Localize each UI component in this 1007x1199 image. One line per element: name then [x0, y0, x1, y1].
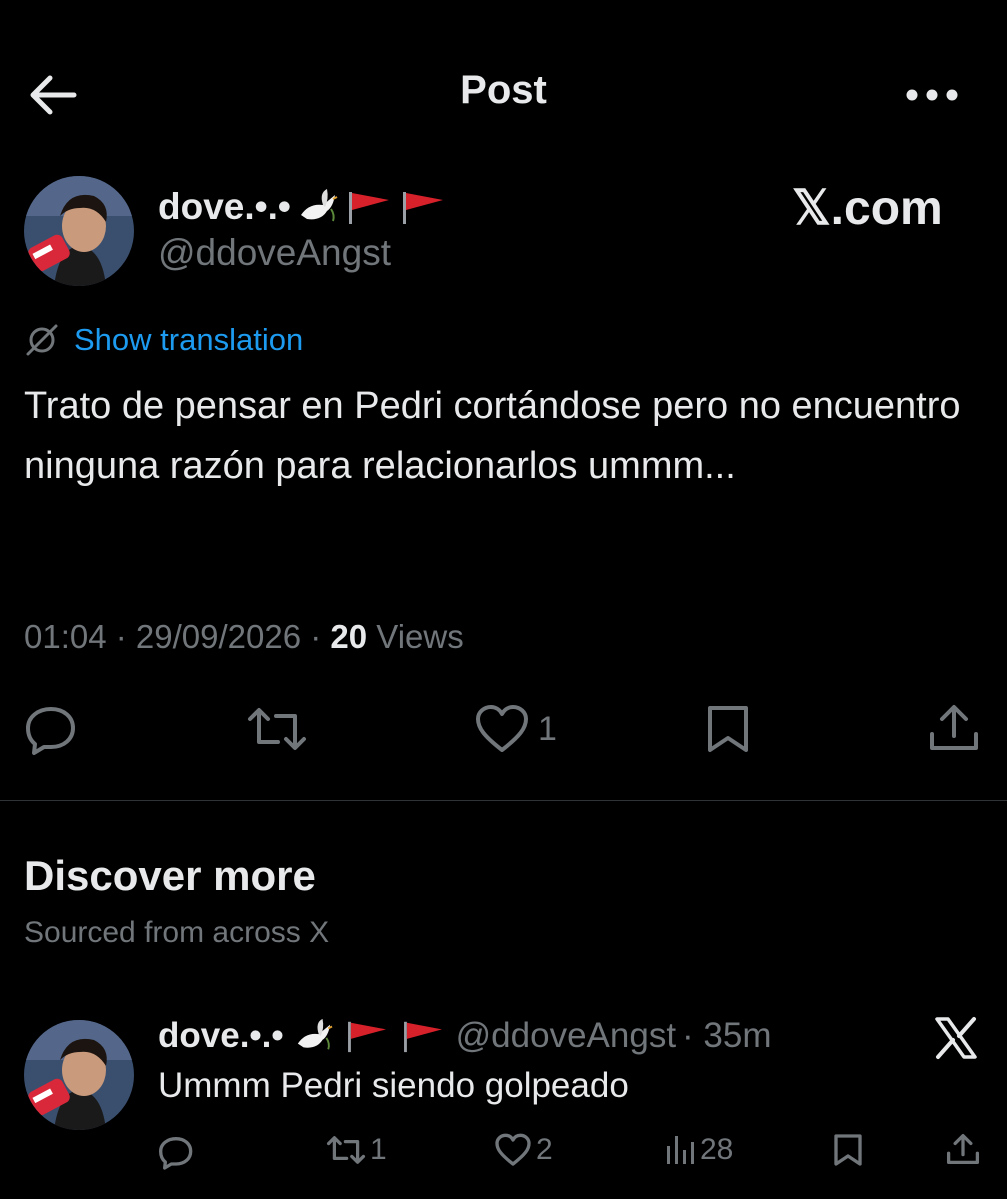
related-reply-button[interactable]: [158, 1134, 194, 1170]
related-retweet-button[interactable]: 1: [326, 1132, 387, 1168]
bookmark-icon: [708, 706, 748, 752]
more-icon: [906, 89, 958, 101]
reply-button[interactable]: [24, 702, 78, 756]
post-text: Trato de pensar en Pedri cortándose pero…: [24, 385, 961, 487]
red-flag-icon: [347, 1021, 386, 1053]
share-button[interactable]: [928, 702, 980, 756]
page-title: Post: [460, 68, 547, 112]
author-handle[interactable]: @ddoveAngst: [158, 232, 391, 274]
action-bar: 1: [0, 700, 1007, 760]
retweet-icon: [248, 708, 306, 750]
views-label: Views: [367, 618, 464, 655]
reply-icon: [26, 707, 75, 755]
avatar[interactable]: [24, 1020, 134, 1130]
related-like-count: 2: [536, 1133, 553, 1166]
dove-icon: [300, 189, 338, 222]
translate-row[interactable]: Show translation: [24, 322, 303, 358]
related-post-text: Ummm Pedri siendo golpeado: [158, 1066, 629, 1105]
more-button[interactable]: [902, 70, 962, 120]
x-logo-icon: [935, 1017, 977, 1059]
related-like-button[interactable]: 2: [494, 1132, 553, 1168]
related-retweet-count: 1: [370, 1133, 387, 1166]
red-flag-icon: [348, 192, 389, 224]
x-logo-button[interactable]: [934, 1016, 978, 1065]
dove-icon: [297, 1018, 333, 1050]
related-action-bar: 1 2 28: [0, 1130, 1007, 1180]
retweet-button[interactable]: [246, 702, 308, 756]
related-views-count: 28: [700, 1133, 734, 1166]
related-author-name[interactable]: dove.•.•: [158, 1016, 284, 1056]
translate-icon: [26, 324, 58, 356]
post-meta: 01:04 · 29/09/2026 · 20 Views: [24, 618, 464, 656]
red-flag-icon: [402, 192, 443, 224]
discover-title: Discover more: [24, 852, 316, 899]
related-bookmark-button[interactable]: [832, 1132, 864, 1168]
share-icon: [946, 1133, 980, 1165]
post-time: 01:04 · 29/09/2026 ·: [24, 618, 331, 655]
like-icon: [476, 705, 528, 752]
source-badge: 𝕏.com: [792, 182, 943, 235]
retweet-icon: [326, 1136, 366, 1164]
views-count: 20: [330, 618, 368, 655]
like-count: 1: [538, 709, 557, 748]
related-views-button[interactable]: 28: [664, 1132, 733, 1168]
related-post-time: · 35m: [682, 1016, 772, 1055]
share-icon: [930, 705, 978, 750]
divider: [0, 800, 1007, 801]
bookmark-icon: [834, 1134, 862, 1166]
discover-subtitle: Sourced from across X: [24, 916, 330, 949]
related-author-handle[interactable]: @ddoveAngst: [456, 1016, 676, 1056]
avatar[interactable]: [24, 176, 134, 286]
red-flag-icon: [403, 1021, 442, 1053]
related-post-header: dove.•.• @ddoveAngst · 35m: [158, 1016, 772, 1056]
like-button[interactable]: 1: [474, 702, 557, 756]
author-name[interactable]: dove.•.•: [158, 186, 291, 228]
bookmark-button[interactable]: [704, 702, 752, 756]
views-icon: [667, 1136, 694, 1164]
related-share-button[interactable]: [946, 1132, 980, 1168]
reply-icon: [159, 1137, 193, 1170]
like-icon: [495, 1133, 531, 1166]
show-translation-link[interactable]: Show translation: [74, 322, 303, 358]
